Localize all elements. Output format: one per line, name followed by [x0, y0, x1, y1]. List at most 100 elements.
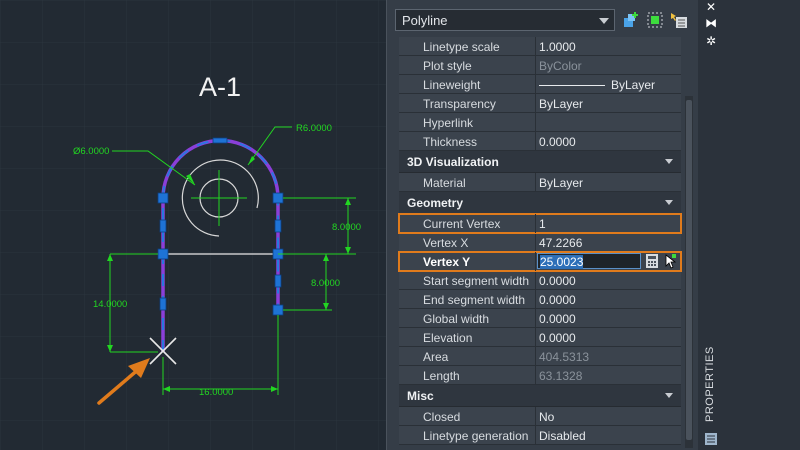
prop-label: Linetype scale — [423, 40, 500, 54]
section-geometry[interactable]: Geometry — [399, 192, 681, 214]
prop-row-linetype-generation[interactable]: Linetype generation Disabled — [399, 426, 681, 445]
property-grid: Linetype scale 1.0000 Plot style ByColor… — [398, 37, 682, 445]
grip-midpoint — [159, 297, 167, 311]
prop-row-vertex-y[interactable]: Vertex Y 25.0023 — [398, 251, 682, 272]
prop-label: Vertex Y — [423, 255, 471, 269]
prop-value: 404.5313 — [539, 350, 590, 364]
collapse-caret-icon — [665, 159, 673, 164]
properties-panel-icon[interactable] — [704, 432, 718, 446]
object-type-dropdown[interactable]: Polyline — [395, 9, 615, 31]
prop-value: ByLayer — [611, 78, 656, 92]
prop-value: 63.1328 — [539, 369, 583, 383]
prop-label: Lineweight — [423, 78, 481, 92]
grip-vertex — [157, 248, 169, 260]
prop-label: Thickness — [423, 135, 478, 149]
prop-row-linetype-scale[interactable]: Linetype scale 1.0000 — [399, 37, 681, 56]
prop-row-thickness[interactable]: Thickness 0.0000 — [399, 132, 681, 151]
prop-label: Transparency — [423, 97, 496, 111]
prop-value[interactable]: ByLayer — [539, 176, 679, 190]
prop-value[interactable]: 0.0000 — [539, 274, 679, 288]
dim-text-radius: R6.0000 — [296, 123, 332, 134]
section-title: Misc — [407, 389, 434, 403]
prop-row-current-vertex[interactable]: Current Vertex 1 — [398, 213, 682, 234]
prop-value[interactable]: 0.0000 — [539, 312, 679, 326]
properties-palette: Polyline Linetype scale 1.0000 Plot styl… — [386, 0, 800, 450]
palette-vertical-title: PROPERTIES — [702, 346, 720, 430]
drawing-title: A-1 — [199, 72, 241, 102]
palette-vertical-title-text: PROPERTIES — [704, 346, 716, 422]
prop-row-start-segment-width[interactable]: Start segment width 0.0000 — [399, 271, 681, 290]
prop-row-length[interactable]: Length 63.1328 — [399, 366, 681, 385]
drawing-svg[interactable]: A-1 Ø6.0000 R6.0000 8.0000 8.0000 14.000… — [0, 0, 386, 450]
vertex-y-selected-text: 25.0023 — [540, 255, 584, 269]
prop-row-vertex-x[interactable]: Vertex X 47.2266 — [399, 233, 681, 252]
vertex-y-input[interactable]: 25.0023 — [537, 253, 641, 269]
auto-hide-icon[interactable]: ⧓ — [704, 16, 718, 30]
prop-row-elevation[interactable]: Elevation 0.0000 — [399, 328, 681, 347]
prop-label: Length — [423, 369, 460, 383]
quick-select-icon[interactable] — [669, 10, 689, 30]
section-title: 3D Visualization — [407, 155, 499, 169]
prop-label: Global width — [423, 312, 490, 326]
prop-row-end-segment-width[interactable]: End segment width 0.0000 — [399, 290, 681, 309]
prop-label: Area — [423, 350, 449, 364]
palette-body: Polyline Linetype scale 1.0000 Plot styl… — [386, 0, 701, 450]
section-3d-visualization[interactable]: 3D Visualization — [399, 151, 681, 173]
palette-toolbar: Polyline — [387, 0, 701, 40]
grip-vertex — [157, 192, 169, 204]
prop-row-hyperlink[interactable]: Hyperlink — [399, 113, 681, 132]
grip-midpoint — [274, 219, 282, 233]
prop-value[interactable]: Disabled — [539, 429, 679, 443]
close-icon[interactable]: ✕ — [704, 0, 718, 14]
settings-gear-icon[interactable]: ✲ — [704, 34, 718, 48]
prop-value[interactable]: 47.2266 — [539, 236, 679, 250]
prop-row-area[interactable]: Area 404.5313 — [399, 347, 681, 366]
grip-vertex — [272, 192, 284, 204]
prop-label: Plot style — [423, 59, 472, 73]
prop-label: Vertex X — [423, 236, 469, 250]
prop-label: Current Vertex — [423, 217, 501, 231]
grip-midpoint — [274, 274, 282, 288]
prop-row-closed[interactable]: Closed No — [399, 407, 681, 426]
grip-midpoint — [212, 137, 228, 144]
section-misc[interactable]: Misc — [399, 385, 681, 407]
prop-value[interactable]: 0.0000 — [539, 331, 679, 345]
prop-label: Start segment width — [423, 274, 530, 288]
prop-value-lineweight[interactable]: ByLayer — [539, 78, 679, 92]
prop-row-transparency[interactable]: Transparency ByLayer — [399, 94, 681, 113]
prop-row-plot-style[interactable]: Plot style ByColor — [399, 56, 681, 75]
prop-value[interactable]: ByColor — [539, 59, 679, 73]
prop-value[interactable]: ByLayer — [539, 97, 679, 111]
prop-value[interactable]: 1 — [539, 217, 679, 231]
prop-row-lineweight[interactable]: Lineweight ByLayer — [399, 75, 681, 94]
grip-vertex — [272, 304, 284, 316]
prop-label: End segment width — [423, 293, 526, 307]
toggle-pickadd-icon[interactable] — [621, 10, 641, 30]
scrollbar-thumb[interactable] — [686, 100, 692, 440]
dim-text-diameter: Ø6.0000 — [73, 146, 109, 157]
collapse-caret-icon — [665, 393, 673, 398]
lineweight-swatch — [539, 85, 605, 87]
prop-label: Closed — [423, 410, 461, 424]
calculator-icon[interactable] — [645, 253, 659, 269]
dim-text-bottom: 16.0000 — [199, 387, 233, 398]
prop-value[interactable]: 0.0000 — [539, 135, 679, 149]
object-type-value: Polyline — [402, 13, 448, 28]
prop-label: Material — [423, 176, 466, 190]
prop-value[interactable]: No — [539, 410, 679, 424]
prop-row-global-width[interactable]: Global width 0.0000 — [399, 309, 681, 328]
prop-label: Linetype generation — [423, 429, 529, 443]
dim-text-left: 14.0000 — [93, 299, 127, 310]
palette-scrollbar[interactable] — [685, 96, 693, 448]
prop-value[interactable]: 0.0000 — [539, 293, 679, 307]
select-objects-icon[interactable] — [645, 10, 665, 30]
collapse-caret-icon — [665, 200, 673, 205]
dim-text-right-lower: 8.0000 — [311, 278, 340, 289]
pick-point-icon[interactable] — [663, 253, 677, 269]
section-title: Geometry — [407, 196, 464, 210]
prop-row-material[interactable]: Material ByLayer — [399, 173, 681, 192]
grip-midpoint — [159, 219, 167, 233]
dim-text-right-upper: 8.0000 — [332, 222, 361, 233]
drawing-canvas[interactable]: A-1 Ø6.0000 R6.0000 8.0000 8.0000 14.000… — [0, 0, 386, 450]
prop-value[interactable]: 1.0000 — [539, 40, 679, 54]
